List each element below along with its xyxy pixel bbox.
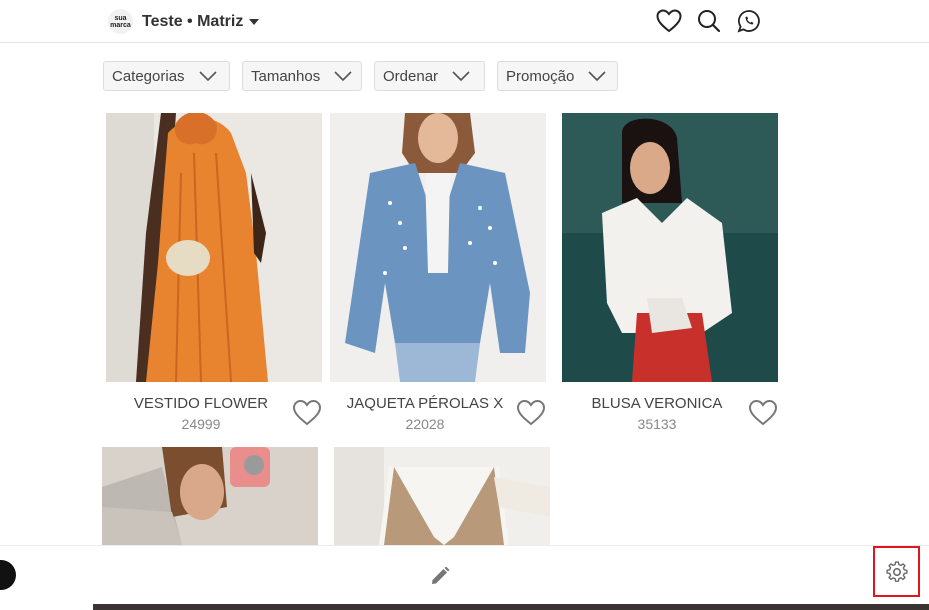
chevron-down-icon bbox=[588, 71, 606, 81]
filter-promocao[interactable]: Promoção bbox=[497, 61, 618, 91]
filter-label: Promoção bbox=[506, 67, 575, 85]
filter-bar: Categorias Tamanhos Ordenar Promoção bbox=[103, 61, 630, 91]
product-card[interactable] bbox=[102, 447, 318, 545]
product-code: 22028 bbox=[405, 416, 445, 432]
product-card[interactable]: JAQUETA PÉROLAS X 22028 bbox=[330, 113, 546, 432]
filter-tamanhos[interactable]: Tamanhos bbox=[242, 61, 362, 91]
bottom-edge-dark bbox=[93, 604, 929, 610]
edit-pencil-icon[interactable] bbox=[428, 564, 452, 588]
product-name: BLUSA VERONICA bbox=[591, 395, 723, 412]
store-logo: sua marca bbox=[108, 9, 133, 34]
product-image[interactable] bbox=[102, 447, 318, 545]
chevron-down-icon bbox=[334, 71, 352, 81]
search-icon[interactable] bbox=[695, 7, 723, 35]
whatsapp-icon[interactable] bbox=[735, 7, 763, 35]
product-card[interactable] bbox=[334, 447, 550, 545]
store-selector[interactable]: sua marca Teste • Matriz bbox=[108, 9, 260, 34]
top-header: sua marca Teste • Matriz bbox=[0, 0, 929, 43]
favorite-heart-icon[interactable] bbox=[748, 399, 778, 427]
product-image[interactable] bbox=[562, 113, 778, 382]
filter-label: Tamanhos bbox=[251, 67, 321, 85]
product-code: 24999 bbox=[181, 416, 221, 432]
favorites-heart-icon[interactable] bbox=[655, 7, 683, 35]
favorite-heart-icon[interactable] bbox=[516, 399, 546, 427]
product-code: 35133 bbox=[637, 416, 677, 432]
product-name: VESTIDO FLOWER bbox=[133, 395, 269, 412]
product-image[interactable] bbox=[334, 447, 550, 545]
product-image[interactable] bbox=[330, 113, 546, 382]
product-card[interactable]: VESTIDO FLOWER 24999 bbox=[106, 113, 322, 432]
product-image[interactable] bbox=[106, 113, 322, 382]
favorite-heart-icon[interactable] bbox=[292, 399, 322, 427]
filter-categorias[interactable]: Categorias bbox=[103, 61, 230, 91]
floating-action-dot[interactable] bbox=[0, 560, 16, 590]
caret-down-icon bbox=[249, 18, 260, 25]
filter-label: Ordenar bbox=[383, 67, 439, 85]
product-card[interactable]: BLUSA VERONICA 35133 bbox=[562, 113, 778, 432]
chevron-down-icon bbox=[452, 71, 470, 81]
settings-button[interactable] bbox=[873, 546, 920, 597]
chevron-down-icon bbox=[198, 71, 217, 81]
bottom-toolbar bbox=[0, 545, 929, 605]
gear-icon bbox=[885, 560, 908, 582]
store-name: Teste • Matriz bbox=[142, 12, 244, 30]
bottom-edge-strip bbox=[0, 604, 929, 610]
product-name: JAQUETA PÉROLAS X bbox=[346, 395, 504, 412]
filter-label: Categorias bbox=[112, 67, 185, 85]
filter-ordenar[interactable]: Ordenar bbox=[374, 61, 485, 91]
